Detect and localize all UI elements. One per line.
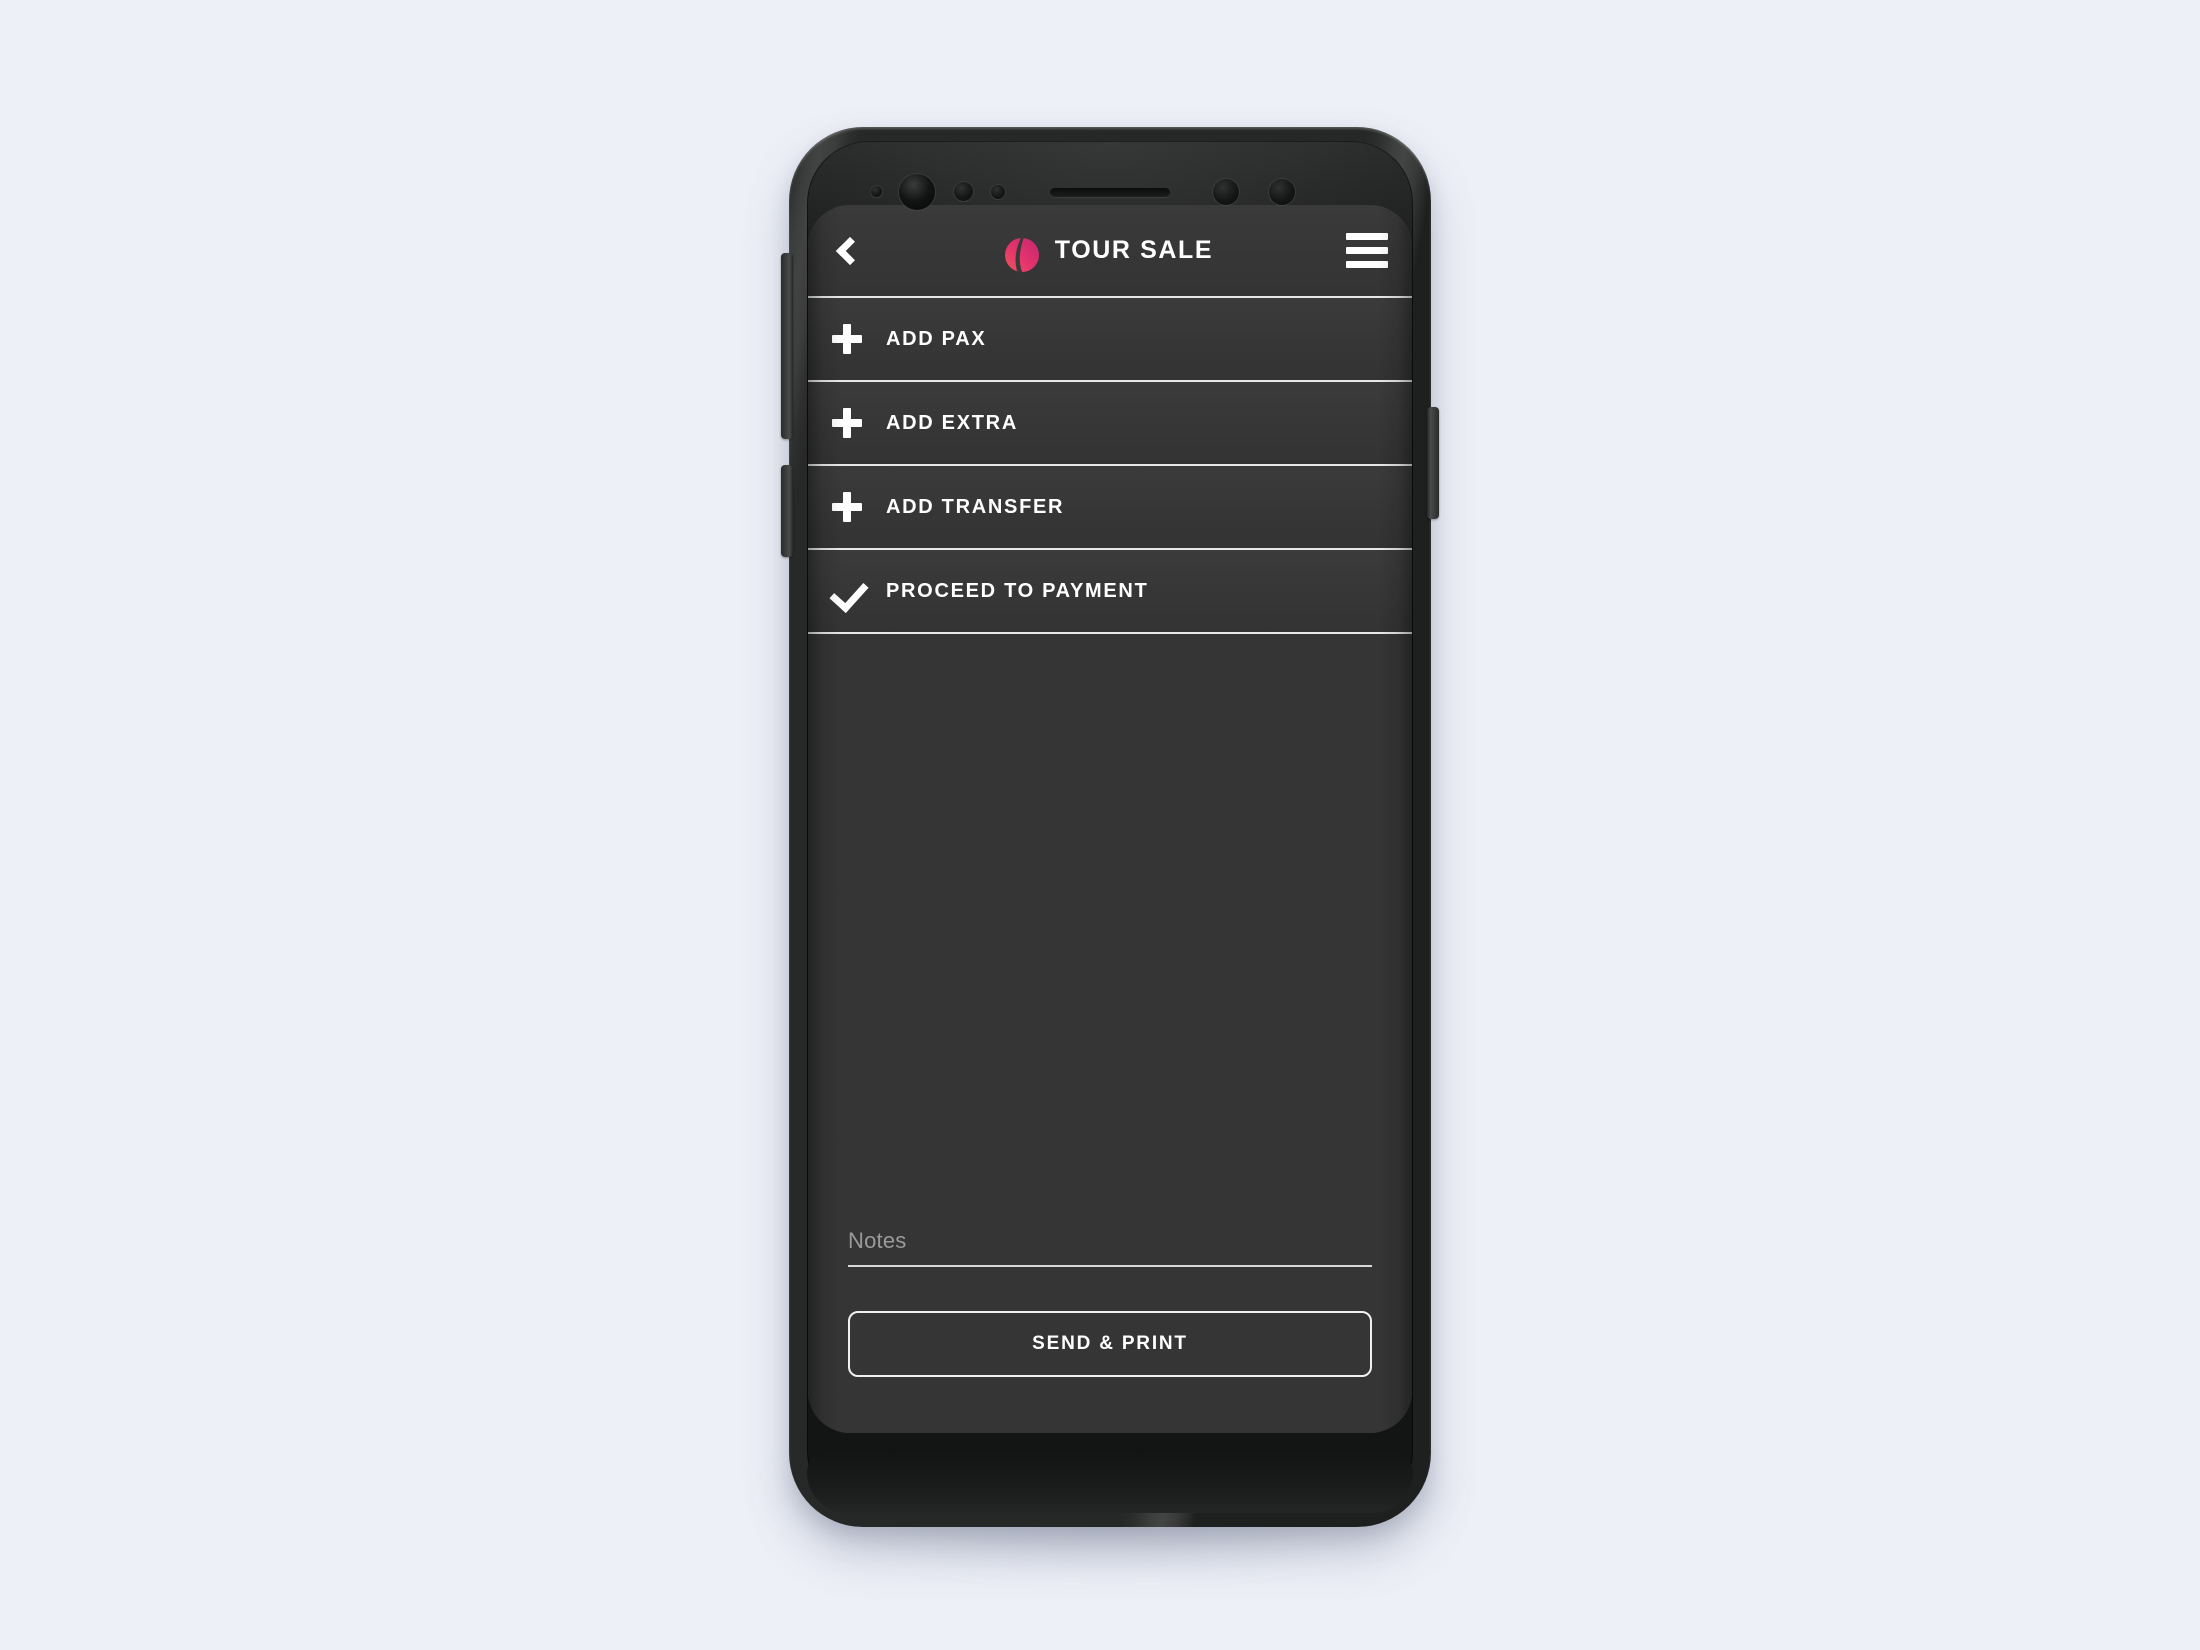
iris-scanner-icon <box>1213 179 1239 205</box>
hamburger-menu-button[interactable] <box>1328 205 1412 297</box>
sensor-dot-icon <box>871 186 882 197</box>
led-indicator-icon <box>1269 179 1295 205</box>
power-button[interactable] <box>1427 407 1439 519</box>
plus-icon <box>808 324 886 354</box>
action-label: ADD EXTRA <box>886 411 1018 434</box>
notes-input[interactable] <box>848 1226 1372 1256</box>
hamburger-icon-bar <box>1346 247 1388 254</box>
device-bottom-chin <box>807 1447 1413 1513</box>
notes-field <box>848 1226 1372 1267</box>
app-bar-title-group: TOUR SALE <box>886 227 1328 275</box>
volume-rocker-button[interactable] <box>781 253 793 439</box>
action-label: PROCEED TO PAYMENT <box>886 579 1149 602</box>
hamburger-icon-bar <box>1346 261 1388 268</box>
hamburger-icon-bar <box>1346 233 1388 240</box>
front-camera-icon <box>899 174 935 210</box>
action-row-proceed-to-payment[interactable]: PROCEED TO PAYMENT <box>808 550 1412 634</box>
chevron-left-icon <box>835 236 865 265</box>
bottom-section: SEND & PRINT <box>808 1226 1412 1433</box>
scene: TOUR SALE ADD PAX ADD EXTRA ADD TRANSFER… <box>0 0 2200 1650</box>
earpiece-speaker-icon <box>1050 188 1170 197</box>
top-bezel-hardware <box>807 141 1413 215</box>
action-row-add-pax[interactable]: ADD PAX <box>808 298 1412 382</box>
tour-sale-app: TOUR SALE ADD PAX ADD EXTRA ADD TRANSFER… <box>808 205 1412 1433</box>
send-and-print-button[interactable]: SEND & PRINT <box>848 1311 1372 1377</box>
smartphone-device: TOUR SALE ADD PAX ADD EXTRA ADD TRANSFER… <box>781 127 1439 1527</box>
action-label: ADD TRANSFER <box>886 495 1065 518</box>
check-icon <box>808 575 886 607</box>
proximity-sensor-icon <box>954 182 973 201</box>
plus-icon <box>808 492 886 522</box>
plus-icon <box>808 408 886 438</box>
action-row-add-transfer[interactable]: ADD TRANSFER <box>808 466 1412 550</box>
app-bar: TOUR SALE <box>808 205 1412 298</box>
action-row-add-extra[interactable]: ADD EXTRA <box>808 382 1412 466</box>
page-title: TOUR SALE <box>1054 236 1214 264</box>
device-screen: TOUR SALE ADD PAX ADD EXTRA ADD TRANSFER… <box>808 205 1412 1433</box>
action-label: ADD PAX <box>886 327 987 350</box>
action-list: ADD PAX ADD EXTRA ADD TRANSFER PROCEED T… <box>808 298 1412 634</box>
tour-sale-logo-icon <box>1004 228 1039 273</box>
back-button[interactable] <box>808 205 886 297</box>
light-sensor-icon <box>991 185 1005 199</box>
assistant-button[interactable] <box>781 465 793 557</box>
